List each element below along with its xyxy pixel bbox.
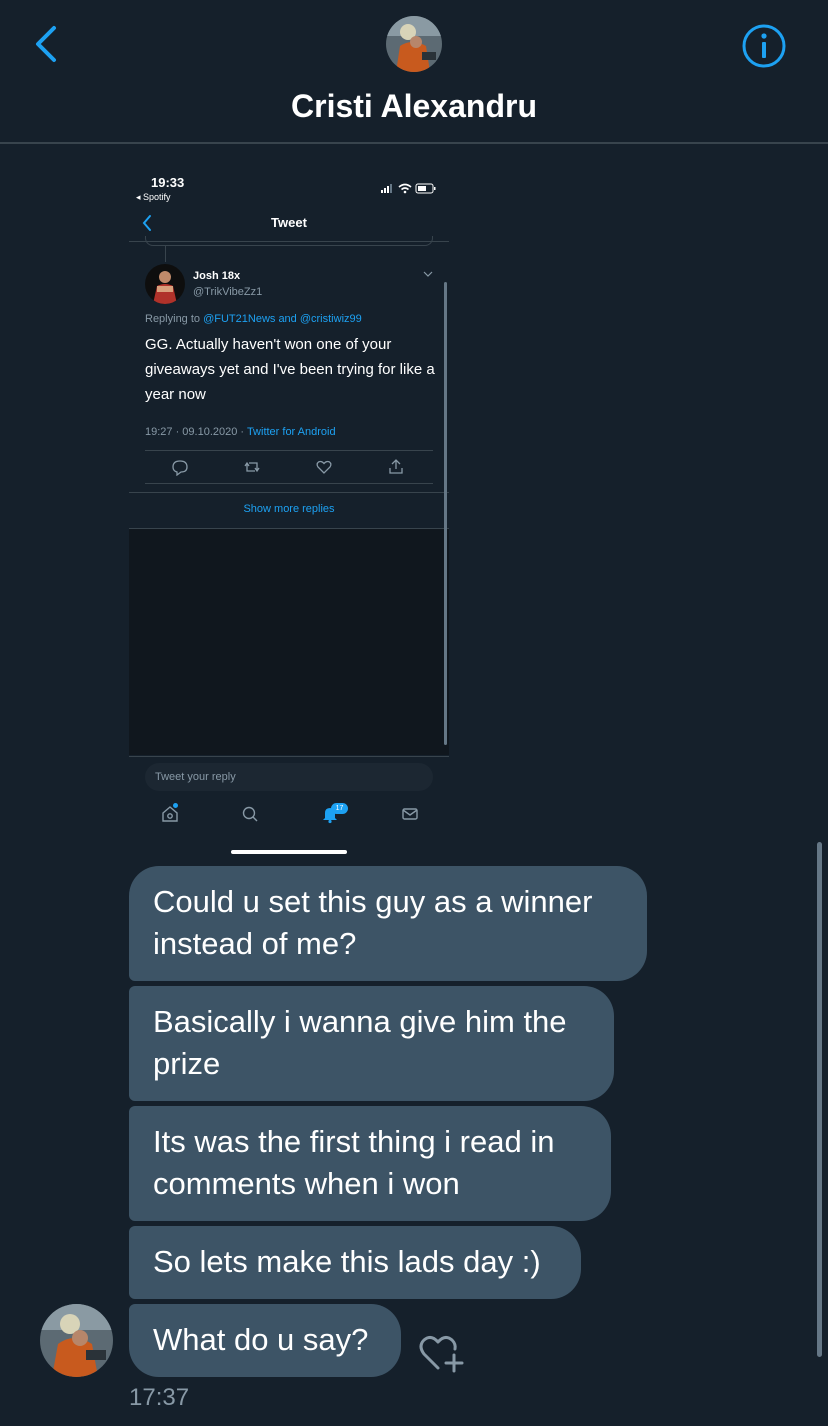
scrollbar[interactable] [817, 842, 822, 1357]
divider [129, 756, 449, 757]
back-button[interactable] [30, 24, 66, 64]
chevron-left-icon [36, 26, 56, 62]
notifications-badge: 17 [331, 803, 348, 814]
react-heart-button[interactable] [416, 1330, 466, 1374]
status-icons [381, 183, 436, 194]
show-more-replies: Show more replies [243, 503, 335, 515]
contact-name[interactable]: Cristi Alexandru [0, 88, 828, 125]
tweet-author-avatar [145, 264, 185, 304]
status-time: 19:33 [151, 175, 185, 190]
message-bubble[interactable]: Could u set this guy as a winner instead… [129, 866, 647, 981]
info-icon [742, 24, 786, 68]
divider [145, 450, 433, 451]
heart-plus-icon [419, 1335, 464, 1373]
retweet-icon [244, 461, 260, 473]
tweet-reply-input: Tweet your reply [145, 763, 433, 791]
conversation-header: Cristi Alexandru [0, 0, 828, 144]
quoted-tweet-edge [145, 236, 433, 246]
like-icon [316, 460, 332, 474]
message-bubble[interactable]: Basically i wanna give him the prize [129, 986, 614, 1101]
tweet-author-handle: @TrikVibeZz1 [193, 286, 263, 298]
mail-icon [402, 808, 418, 820]
replying-to-mentions: @FUT21News and @cristiwiz99 [203, 313, 362, 325]
back-to-app-label: ◂ Spotify [136, 192, 171, 202]
tweet-scrollbar [444, 282, 447, 745]
tweet-body: GG. Actually haven't won one of your giv… [145, 336, 435, 403]
shared-screenshot-image[interactable]: 19:33 ◂ Spotify Tweet Josh 18x @TrikVibe… [129, 166, 449, 860]
search-icon [242, 806, 258, 822]
divider [129, 492, 449, 493]
tweet-meta: 19:27 · 09.10.2020 · Twitter for Android [145, 426, 336, 438]
tweet-source: Twitter for Android [246, 426, 336, 438]
message-bubble[interactable]: So lets make this lads day :) [129, 1226, 581, 1299]
home-unread-dot [173, 803, 178, 808]
replying-to: Replying to @FUT21News and @cristiwiz99 [145, 313, 362, 325]
contact-avatar[interactable] [386, 16, 442, 72]
reply-icon [172, 460, 188, 476]
chevron-down-icon [423, 271, 433, 277]
tweet-timestamp: 19:27 · 09.10.2020 · [145, 426, 247, 438]
message-timestamp: 17:37 [129, 1384, 190, 1411]
replying-to-prefix: Replying to [145, 313, 204, 325]
message-bubble[interactable]: Its was the first thing i read in commen… [129, 1106, 611, 1221]
share-icon [389, 459, 403, 474]
reply-placeholder: Tweet your reply [155, 771, 236, 783]
tweet-actions [145, 458, 433, 478]
tweet-page-title: Tweet [271, 215, 307, 230]
divider [145, 483, 433, 484]
message-bubble[interactable]: What do u say? [129, 1304, 401, 1377]
thread-line [165, 246, 166, 262]
home-indicator [231, 850, 347, 854]
empty-area [129, 529, 449, 755]
tweet-author-name: Josh 18x [193, 270, 241, 282]
sender-avatar[interactable] [40, 1304, 113, 1377]
info-button[interactable] [740, 22, 788, 70]
